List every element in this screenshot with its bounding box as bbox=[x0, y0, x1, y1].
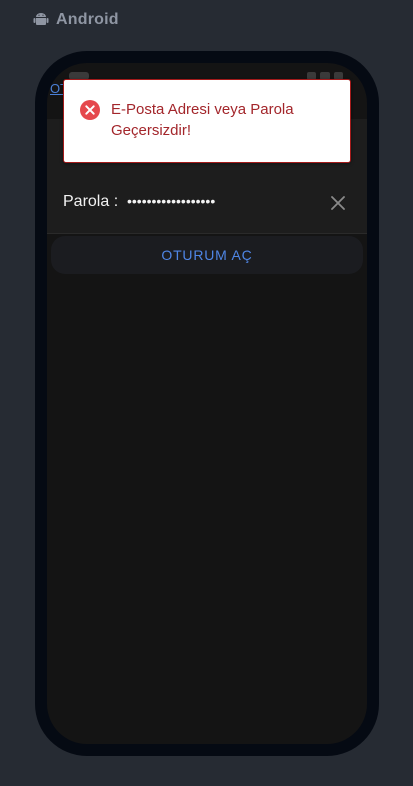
password-input[interactable]: •••••••••••••••••• bbox=[127, 193, 215, 209]
password-field[interactable]: Parola : •••••••••••••••••• bbox=[47, 169, 367, 234]
signin-button[interactable]: OTURUM AÇ bbox=[51, 236, 363, 274]
error-message: E-Posta Adresi veya Parola Geçersizdir! bbox=[111, 101, 294, 139]
platform-label: Android bbox=[56, 11, 119, 28]
password-label: Parola : bbox=[63, 193, 119, 210]
error-toast[interactable]: E-Posta Adresi veya Parola Geçersizdir! bbox=[63, 79, 351, 163]
close-icon[interactable] bbox=[331, 196, 345, 210]
error-circle-icon bbox=[80, 100, 100, 120]
top-bar: Android bbox=[0, 0, 413, 40]
android-icon bbox=[33, 13, 49, 25]
phone-screen: OT Parola : •••••••••••••••••• OTURUM AÇ bbox=[47, 63, 367, 744]
